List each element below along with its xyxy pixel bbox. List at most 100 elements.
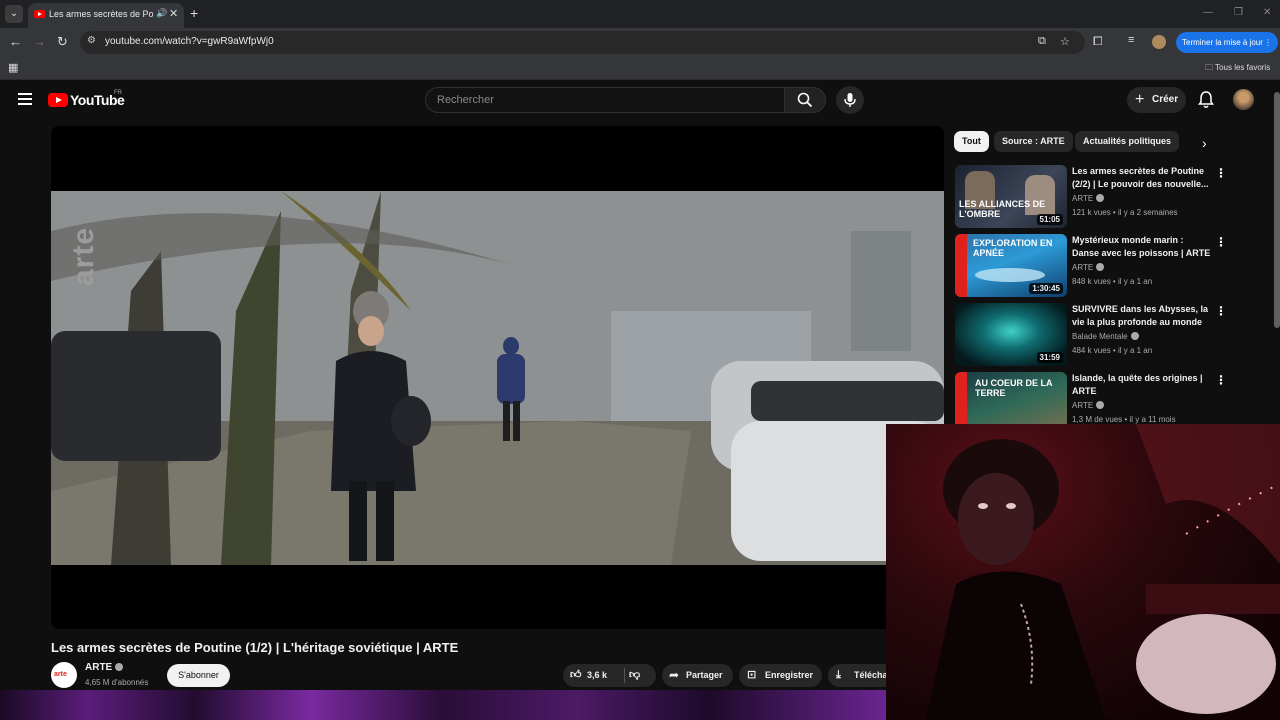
chip-source-arte[interactable]: Source : ARTE: [994, 131, 1073, 152]
region-code: FR: [114, 90, 122, 96]
video-thumbnail[interactable]: LES ALLIANCES DE L'OMBRE 51:05: [955, 165, 1067, 228]
thumbs-down-icon: 👎︎: [629, 669, 641, 681]
plus-icon: +: [1135, 91, 1145, 108]
verified-badge-icon: [1096, 401, 1105, 409]
save-button[interactable]: ⊡ Enregistrer: [739, 664, 822, 687]
recommendation-meta: 1,3 M de vues • il y a 11 mois: [1072, 415, 1176, 424]
recommendation-meta: 484 k vues • il y a 1 an: [1072, 346, 1153, 355]
create-label: Créer: [1152, 94, 1179, 105]
reload-icon[interactable]: ↻: [57, 34, 68, 50]
search-input[interactable]: [437, 94, 767, 106]
video-title: Les armes secrètes de Poutine (1/2) | L'…: [51, 640, 459, 655]
site-info-icon[interactable]: ⚙: [87, 35, 99, 47]
install-app-icon[interactable]: ⧉: [1038, 35, 1046, 48]
thumbnail-caption: EXPLORATION EN APNÉE: [973, 238, 1053, 258]
recommendation-item[interactable]: LES ALLIANCES DE L'OMBRE 51:05 Les armes…: [955, 165, 1265, 229]
recommendation-item[interactable]: EXPLORATION EN APNÉE 1:30:45 Mystérieux …: [955, 234, 1265, 298]
notifications-button[interactable]: [1196, 90, 1216, 110]
channel-name-label: ARTE: [85, 662, 113, 673]
channel-avatar[interactable]: arte: [51, 662, 77, 688]
media-controls-icon[interactable]: ≡: [1128, 34, 1134, 46]
maximize-icon[interactable]: ❐: [1234, 7, 1243, 18]
close-window-icon[interactable]: ✕: [1263, 7, 1271, 18]
profile-avatar[interactable]: [1152, 35, 1166, 49]
video-thumbnail[interactable]: 31:59: [955, 303, 1067, 366]
recommendation-item[interactable]: 31:59 SURVIVRE dans les Abysses, la vie …: [955, 303, 1265, 367]
audio-playing-icon[interactable]: 🔊: [156, 8, 167, 19]
browser-tab-bar: ⌄ Les armes secrètes de Poutine 🔊 ✕ + — …: [0, 0, 1280, 28]
search-button[interactable]: [784, 87, 826, 113]
update-button-label: Terminer la mise à jour: [1182, 38, 1263, 47]
more-options-icon[interactable]: ⋮: [1215, 235, 1227, 249]
thumbnail-figure: [975, 268, 1045, 282]
more-options-icon[interactable]: ⋮: [1215, 304, 1227, 318]
video-frame[interactable]: arte: [51, 191, 944, 565]
forward-icon[interactable]: →: [33, 34, 46, 49]
subscribe-button[interactable]: S'abonner: [167, 664, 230, 687]
webcam-overlay: [886, 424, 1280, 720]
share-icon: ➦: [669, 668, 680, 682]
create-button[interactable]: + Créer: [1127, 87, 1186, 113]
recommendation-item[interactable]: AU COEUR DE LA TERRE Islande, la quête d…: [955, 372, 1265, 424]
video-duration: 1:30:45: [1029, 283, 1063, 294]
channel-logo: arte: [54, 671, 67, 678]
chip-politics[interactable]: Actualités politiques: [1075, 131, 1180, 152]
account-avatar[interactable]: [1233, 89, 1254, 110]
search-box: [425, 87, 785, 113]
recommendation-title: Islande, la quête des origines | ARTE: [1072, 373, 1203, 396]
youtube-play-icon: [48, 93, 68, 107]
channel-name[interactable]: ARTE: [85, 662, 124, 673]
browser-tab[interactable]: Les armes secrètes de Poutine 🔊 ✕: [28, 3, 184, 28]
update-button[interactable]: Terminer la mise à jour ⋮: [1176, 32, 1278, 53]
chevron-right-icon[interactable]: ›: [1202, 135, 1207, 151]
menu-icon[interactable]: [18, 93, 32, 105]
all-bookmarks-folder[interactable]: 🗀 Tous les favoris: [1205, 62, 1270, 76]
apps-grid-icon[interactable]: ▦: [8, 61, 18, 74]
like-count: 3,6 k: [587, 670, 608, 680]
verified-badge-icon: [1096, 263, 1105, 271]
recommendation-channel-label: ARTE: [1072, 194, 1094, 203]
close-tab-icon[interactable]: ✕: [169, 7, 178, 20]
omnibox[interactable]: ⚙ youtube.com/watch?v=gwR9aWfpWj0 ⧉ ☆: [80, 31, 1085, 54]
bookmark-icon: ⊡: [747, 669, 757, 681]
arte-brand-strip: [955, 234, 967, 297]
recommendation-channel: ARTE: [1072, 194, 1105, 203]
recommendation-title: SURVIVRE dans les Abysses, la vie la plu…: [1072, 304, 1209, 327]
folder-icon: 🗀: [1205, 63, 1213, 72]
video-thumbnail[interactable]: AU COEUR DE LA TERRE: [955, 372, 1067, 424]
recommendation-channel: Balade Mentale: [1072, 332, 1139, 341]
youtube-favicon-icon: [34, 10, 45, 18]
like-button[interactable]: 👍︎ 3,6 k: [570, 664, 618, 687]
extensions-icon[interactable]: ⧠: [1093, 34, 1103, 49]
new-tab-icon[interactable]: +: [190, 5, 198, 21]
download-button[interactable]: ⤓ Téléchai: [828, 664, 886, 687]
more-options-icon[interactable]: ⋮: [1215, 373, 1227, 387]
back-icon[interactable]: ←: [9, 34, 22, 49]
page-scrollbar[interactable]: [1274, 92, 1280, 328]
webcam-image: [886, 424, 1280, 720]
bookmark-star-icon[interactable]: ☆: [1060, 35, 1070, 48]
recommendation-meta: 848 k vues • il y a 1 an: [1072, 277, 1153, 286]
recommendation-channel: ARTE: [1072, 401, 1105, 410]
tab-search-button[interactable]: ⌄: [5, 5, 23, 23]
video-thumbnail[interactable]: EXPLORATION EN APNÉE 1:30:45: [955, 234, 1067, 297]
video-player[interactable]: arte: [51, 126, 944, 629]
arte-watermark: arte: [67, 226, 100, 286]
more-options-icon[interactable]: ⋮: [1215, 166, 1227, 180]
microphone-icon: [844, 93, 856, 107]
menu-dots-icon[interactable]: ⋮: [1264, 32, 1272, 53]
chip-all[interactable]: Tout: [954, 131, 989, 152]
share-button[interactable]: ➦ Partager: [662, 664, 733, 687]
recommendation-channel-label: Balade Mentale: [1072, 332, 1128, 341]
minimize-icon[interactable]: —: [1203, 7, 1213, 18]
arte-brand-strip: [955, 372, 967, 424]
url-text[interactable]: youtube.com/watch?v=gwR9aWfpWj0: [105, 36, 274, 47]
dislike-button[interactable]: 👎︎: [629, 664, 651, 687]
bell-icon: [1198, 91, 1214, 108]
recommendation-channel-label: ARTE: [1072, 263, 1094, 272]
comments-area-preview: [0, 690, 886, 720]
download-label: Téléchai: [854, 670, 886, 680]
recommendation-meta: 121 k vues • il y a 2 semaines: [1072, 208, 1178, 217]
all-bookmarks-label: Tous les favoris: [1215, 63, 1271, 72]
voice-search-button[interactable]: [836, 86, 864, 114]
